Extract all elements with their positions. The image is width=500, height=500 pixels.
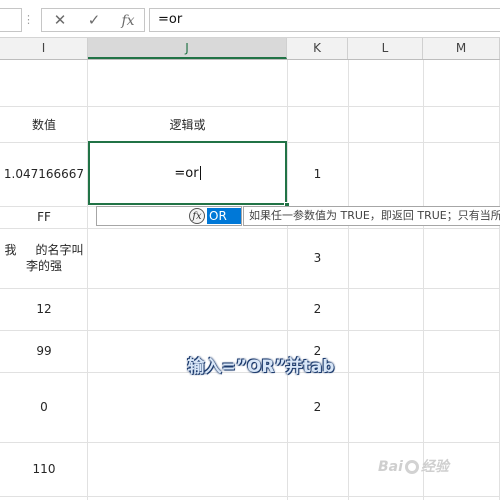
cell-i-row7[interactable]: 0 [0,372,88,442]
cell-edit-text: =or [174,165,199,181]
column-header-k[interactable]: K [287,38,348,59]
cell-k-row2[interactable]: 1 [287,142,348,206]
cell-i-row8[interactable]: 110 [0,442,88,496]
watermark: Bai 经验 [378,452,496,482]
paw-icon [404,460,419,474]
cancel-button[interactable]: ✕ [44,9,76,31]
column-header-m[interactable]: M [423,38,500,59]
function-icon: fx [121,13,135,29]
cell-i-row4-line1: 我 的名字叫 [4,243,84,257]
check-icon: ✓ [87,11,101,29]
cell-i-row5[interactable]: 12 [0,288,88,330]
enter-button[interactable]: ✓ [78,9,110,31]
cell-i-row4[interactable]: 我 的名字叫 李的强 [0,228,88,288]
column-header-j[interactable]: J [88,38,287,59]
cell-j-header[interactable]: 逻辑或 [88,106,287,142]
cell-k-row4[interactable]: 3 [287,228,348,288]
more-options-icon[interactable]: ⋮ [23,12,34,28]
function-icon: fx [189,208,205,224]
cell-i-row4-line2: 李的强 [25,259,62,273]
function-tooltip: 如果任一参数值为 TRUE，即返回 TRUE；只有当所 [243,206,500,226]
name-box[interactable] [0,8,22,32]
watermark-left: Bai [378,459,403,475]
formula-input[interactable]: =or [149,8,500,32]
column-header-i[interactable]: I [0,38,88,59]
formula-bar: ⋮ ✕ ✓ fx =or [0,0,500,38]
cell-i-row3[interactable]: FF [0,206,88,228]
tutorial-caption: 输入=”OR”并tab [187,357,335,377]
cell-i-header[interactable]: 数值 [0,106,88,142]
function-autocomplete: fx OR [96,206,242,226]
cell-i-row2[interactable]: 1.047166667 [0,142,88,206]
cell-k-row5[interactable]: 2 [287,288,348,330]
close-icon: ✕ [53,11,67,29]
worksheet-grid[interactable]: 数值 逻辑或 1.047166667 1 FF 我 的名字叫 李的强 3 12 … [0,60,500,500]
watermark-right: 经验 [420,459,449,475]
insert-function-button[interactable]: fx [112,9,144,31]
autocomplete-item-or[interactable]: OR [207,208,241,224]
formula-buttons: ✕ ✓ fx [41,8,145,32]
text-caret [199,166,201,180]
active-cell-j-row2[interactable]: =or [88,141,287,205]
column-header-l[interactable]: L [348,38,423,59]
cell-k-row7[interactable]: 2 [287,372,348,442]
column-headers: I J K L M [0,38,500,60]
cell-i-row6[interactable]: 99 [0,330,88,372]
